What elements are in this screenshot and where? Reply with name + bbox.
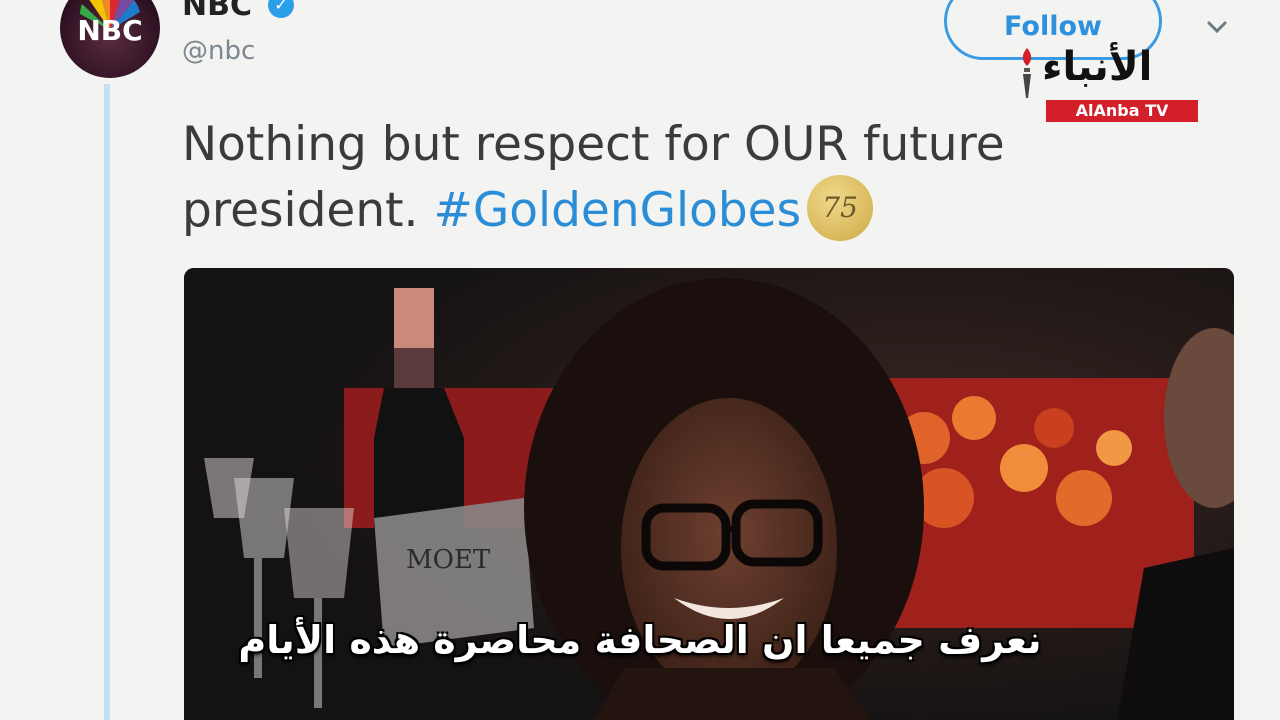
user-handle[interactable]: @nbc xyxy=(182,36,255,66)
chevron-down-icon[interactable] xyxy=(1204,14,1230,40)
golden-globes-badge: 75 xyxy=(807,174,874,241)
verified-check-icon: ✓ xyxy=(268,0,294,18)
hashtag-link[interactable]: #GoldenGlobes xyxy=(433,183,801,238)
video-subtitle: نعرف جميعا ان الصحافة محاصرة هذه الأيام xyxy=(238,618,1042,662)
video-frame: NBC NBC ✓ @nbc Follow الأنباء AlAnba TV … xyxy=(0,0,1280,720)
torch-icon xyxy=(1022,48,1032,98)
tweet-text: Nothing but respect for OUR future presi… xyxy=(182,112,1182,247)
display-name[interactable]: NBC xyxy=(182,0,252,23)
nbc-avatar[interactable]: NBC xyxy=(60,0,160,78)
alanba-arabic-logo: الأنباء xyxy=(1042,44,1153,90)
svg-text:MOET: MOET xyxy=(406,545,491,575)
avatar-label: NBC xyxy=(77,14,143,47)
